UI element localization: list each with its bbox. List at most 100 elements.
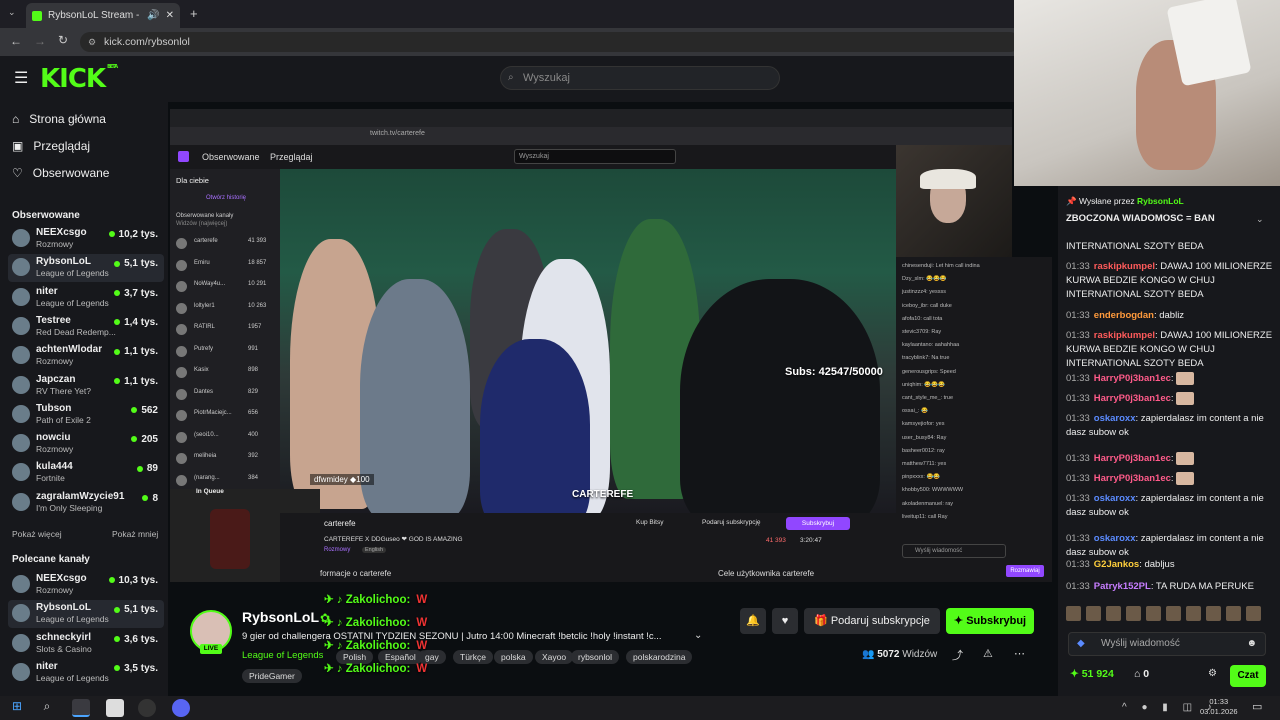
chat-input[interactable]: ◆ Wyślij wiadomość ☻ — [1068, 632, 1266, 656]
chat-username[interactable]: Patryk152PL — [1094, 581, 1151, 592]
chat-username[interactable]: raskipkumpel — [1094, 330, 1155, 341]
chat-username[interactable]: enderbogdan — [1094, 310, 1154, 321]
channel-name[interactable]: RybsonLoL — [242, 609, 319, 625]
sidebar-channel[interactable]: NEEXcsgo Rozmowy 10,3 tys. — [8, 571, 164, 599]
sidebar-channel[interactable]: niter League of Legends 3,7 tys. — [8, 284, 164, 312]
stream-tag[interactable]: rybsonlol — [571, 650, 620, 664]
file-explorer-icon[interactable] — [106, 699, 124, 717]
subscribe-button[interactable]: ✦ Subskrybuj — [946, 608, 1034, 634]
app-icon[interactable] — [138, 699, 156, 717]
browser-tab[interactable]: RybsonLoL Stream - Watch 🔊 ✕ — [26, 3, 180, 28]
twitch-for-you: Dla ciebie — [176, 176, 209, 185]
nav-browse[interactable]: ▣ Przeglądaj — [12, 139, 90, 153]
sidebar-channel[interactable]: NEEXcsgo Rozmowy 10,2 tys. — [8, 225, 164, 253]
emoji-picker-icon[interactable]: ☻ — [1246, 633, 1257, 655]
chat-username[interactable]: oskaroxx — [1094, 413, 1136, 424]
search-input[interactable]: ⌕ Wyszukaj — [500, 66, 780, 90]
twitch-streamer-name: carterefe — [324, 519, 356, 528]
title-expand-icon[interactable]: ⌄ — [694, 630, 702, 641]
viewer-count-label: Widzów — [902, 649, 938, 660]
chat-username[interactable]: oskaroxx — [1094, 533, 1136, 544]
twitch-search: Wyszukaj — [514, 149, 676, 164]
more-options-icon[interactable]: ⋯ — [1014, 647, 1025, 660]
chat-username[interactable]: HarryP0j3ban1ec — [1094, 373, 1171, 384]
emote-icon[interactable] — [1246, 606, 1261, 621]
twitch-chat-line: basheer0012: ray — [902, 447, 945, 454]
chat-mode-icon[interactable]: ◆ — [1077, 633, 1085, 655]
stream-tag[interactable]: Xayoo — [535, 650, 574, 664]
kick-logo[interactable]: KICK BETA — [40, 64, 118, 94]
show-more-link[interactable]: Pokaż więcej — [12, 529, 62, 539]
twitch-category: Rozmowy — [324, 547, 351, 553]
notifications-icon[interactable]: ▭ — [1252, 700, 1262, 713]
emote-icon[interactable] — [1146, 606, 1161, 621]
channel-points[interactable]: ✦ 51 924 — [1070, 668, 1114, 680]
follow-button[interactable]: ♥ — [772, 608, 798, 634]
stream-tag[interactable]: polskarodzina — [626, 650, 693, 664]
sub-alert: dfwmidey ◆100 — [310, 474, 374, 485]
nav-followed[interactable]: ♡ Obserwowane — [12, 166, 109, 180]
chat-username[interactable]: HarryP0j3ban1ec — [1094, 453, 1171, 464]
sidebar-channel[interactable]: nowciu Rozmowy 205 — [8, 430, 164, 458]
stream-tag[interactable]: PrideGamer — [242, 669, 302, 683]
twitch-channel-avatar — [176, 453, 187, 464]
start-icon[interactable]: ⊞ — [8, 699, 26, 717]
sidebar-channel[interactable]: kula444 Fortnite 89 — [8, 459, 164, 487]
notification-bell-button[interactable]: 🔔 — [740, 608, 766, 634]
twitch-nav-browse: Przeglądaj — [270, 152, 313, 162]
sidebar-channel[interactable]: RybsonLoL League of Legends 5,1 tys. — [8, 254, 164, 283]
category-link[interactable]: League of Legends — [242, 650, 323, 661]
sidebar-channel[interactable]: RybsonLoL League of Legends 5,1 tys. — [8, 600, 164, 629]
emote-icon[interactable] — [1086, 606, 1101, 621]
chat-text: : — [1170, 473, 1174, 485]
report-icon[interactable]: ⚠ — [983, 647, 993, 660]
gift-sub-button[interactable]: 🎁 Podaruj subskrypcje — [804, 608, 940, 634]
url-input[interactable]: ⚙ kick.com/rybsonlol — [80, 32, 1020, 52]
chat-username[interactable]: HarryP0j3ban1ec — [1094, 393, 1171, 404]
show-less-link[interactable]: Pokaż mniej — [112, 529, 158, 539]
reload-icon[interactable]: ↻ — [58, 33, 68, 47]
chrome-icon[interactable] — [72, 699, 90, 717]
stream-tag[interactable]: Türkçe — [453, 650, 493, 664]
emote-icon[interactable] — [1126, 606, 1141, 621]
sidebar-channel[interactable]: Testree Red Dead Redemp... 1,4 tys. — [8, 313, 164, 341]
emote-icon[interactable] — [1226, 606, 1241, 621]
menu-icon[interactable]: ☰ — [14, 68, 28, 88]
sidebar-channel[interactable]: Japczan RV There Yet? 1,1 tys. — [8, 372, 164, 400]
stream-tag[interactable]: polska — [494, 650, 533, 664]
emote-icon[interactable] — [1106, 606, 1121, 621]
twitch-nav-followed: Obserwowane — [202, 152, 260, 162]
pin-collapse-icon[interactable]: ⌄ — [1256, 214, 1264, 225]
chat-username[interactable]: oskaroxx — [1094, 493, 1136, 504]
tab-list-icon[interactable]: ⌄ — [8, 7, 16, 18]
share-icon[interactable]: ⤴ — [952, 647, 963, 663]
nav-home[interactable]: ⌂ Strona główna — [12, 112, 106, 126]
chat-settings-icon[interactable]: ⚙ — [1208, 668, 1217, 679]
sidebar-channel[interactable]: niter League of Legends 3,5 tys. — [8, 659, 164, 687]
search-icon: ⌕ — [508, 72, 514, 83]
chat-username[interactable]: G2Jankos — [1094, 559, 1139, 570]
sidebar-channel[interactable]: Tubson Path of Exile 2 562 — [8, 401, 164, 429]
tab-close-icon[interactable]: ✕ — [166, 10, 174, 21]
chat-username[interactable]: HarryP0j3ban1ec — [1094, 473, 1171, 484]
emote-icon[interactable] — [1186, 606, 1201, 621]
discord-icon[interactable] — [172, 699, 190, 717]
search-taskbar-icon[interactable]: ⌕ — [38, 699, 56, 717]
chat-username[interactable]: raskipkumpel — [1094, 261, 1155, 272]
recommended-section-title: Polecane kanały — [12, 554, 90, 565]
emote-icon[interactable] — [1166, 606, 1181, 621]
back-icon[interactable]: ← — [10, 34, 22, 48]
emote-icon[interactable] — [1206, 606, 1221, 621]
taskbar-clock[interactable]: 01:33 03.01.2026 — [1200, 697, 1238, 717]
tab-audio-icon[interactable]: 🔊 — [147, 10, 159, 21]
sidebar-channel[interactable]: achtenWlodar Rozmowy 1,1 tys. — [8, 342, 164, 370]
chat-timestamp: 01:33 — [1066, 493, 1090, 504]
new-tab-button[interactable]: + — [190, 6, 198, 21]
sidebar-channel[interactable]: zagralamWzycie91 I'm Only Sleeping 8 — [8, 489, 164, 517]
gift-counter[interactable]: ⌂ 0 — [1134, 668, 1149, 680]
chat-send-button[interactable]: Czat — [1230, 665, 1266, 687]
emote-icon[interactable] — [1066, 606, 1081, 621]
sidebar-channel[interactable]: schneckyirl Slots & Casino 3,6 tys. — [8, 630, 164, 658]
site-info-icon[interactable]: ⚙ — [88, 32, 96, 52]
forward-icon[interactable]: → — [34, 34, 46, 48]
